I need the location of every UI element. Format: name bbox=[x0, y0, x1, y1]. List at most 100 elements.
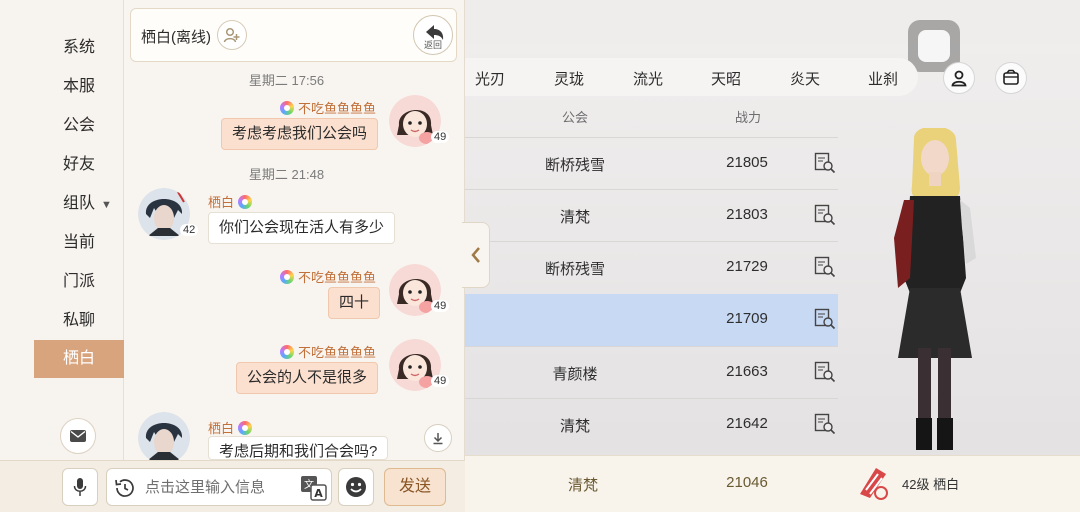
sidebar-item-label: 门派 bbox=[63, 273, 96, 290]
sidebar-item-label: 好友 bbox=[63, 156, 96, 173]
tab-liuguang[interactable]: 流光 bbox=[618, 68, 678, 89]
sidebar-item-label: 私聊 bbox=[63, 312, 96, 329]
sidebar-item-server[interactable]: 本服 bbox=[34, 68, 124, 106]
back-label: 返回 bbox=[423, 40, 442, 50]
back-button[interactable]: 返回 bbox=[413, 15, 453, 55]
mail-button[interactable] bbox=[60, 418, 96, 454]
history-icon[interactable] bbox=[113, 476, 137, 500]
table-row[interactable]: 断桥残雪 21805 bbox=[440, 137, 838, 189]
translate-icon[interactable]: 文 A bbox=[299, 473, 329, 503]
microphone-icon bbox=[73, 478, 87, 496]
power-cell: 21709 bbox=[726, 310, 768, 327]
sender-name: 不吃鱼鱼鱼鱼 bbox=[270, 342, 376, 361]
profile-button[interactable] bbox=[943, 62, 975, 94]
sender-name: 不吃鱼鱼鱼鱼 bbox=[270, 98, 376, 117]
tab-yantian[interactable]: 炎天 bbox=[775, 68, 835, 89]
inspect-icon[interactable] bbox=[814, 204, 836, 226]
power-cell: 21729 bbox=[726, 258, 768, 275]
add-friend-button[interactable] bbox=[217, 20, 247, 50]
inspect-icon[interactable] bbox=[814, 152, 836, 174]
level-badge: 42 bbox=[180, 224, 199, 236]
tab-tianzhao[interactable]: 天昭 bbox=[696, 68, 756, 89]
avatar-qibai[interactable] bbox=[138, 412, 190, 464]
message-bubble: 考虑后期和我们合会吗? bbox=[208, 436, 389, 460]
sidebar-item-qibai[interactable]: 栖白 bbox=[34, 340, 124, 378]
table-row[interactable]: 清梵 21803 bbox=[440, 189, 838, 241]
tab-yesha[interactable]: 业刹 bbox=[853, 68, 913, 89]
level-badge: 49 bbox=[431, 300, 450, 312]
sender-name: 栖白 bbox=[208, 418, 252, 437]
send-button[interactable]: 发送 bbox=[384, 468, 446, 506]
table-row[interactable]: 断桥残雪 21729 bbox=[440, 241, 838, 293]
qq-icon bbox=[237, 195, 252, 209]
character-model bbox=[894, 128, 976, 450]
add-friend-icon bbox=[223, 27, 240, 43]
chevron-down-icon: ▼ bbox=[101, 199, 112, 211]
guild-column-header: 公会 bbox=[562, 110, 589, 125]
guild-cell: 青颜楼 bbox=[552, 366, 598, 383]
sidebar-item-sect[interactable]: 门派 bbox=[34, 263, 124, 301]
sender-name: 栖白 bbox=[208, 192, 252, 211]
wardrobe-icon bbox=[1003, 69, 1019, 85]
message-bubble: 考虑考虑我们公会吗 bbox=[221, 118, 379, 150]
smiley-icon bbox=[346, 477, 366, 497]
wardrobe-button[interactable] bbox=[995, 62, 1027, 94]
inspect-icon[interactable] bbox=[814, 361, 836, 383]
table-row[interactable]: 清梵 21642 bbox=[440, 398, 838, 450]
sidebar-item-system[interactable]: 系统 bbox=[34, 29, 124, 67]
chevron-left-icon bbox=[470, 247, 480, 263]
guild-cell: 断桥残雪 bbox=[544, 261, 605, 278]
self-power: 21046 bbox=[726, 474, 768, 491]
voice-button[interactable] bbox=[62, 468, 98, 506]
chat-title: 栖白(离线) bbox=[141, 29, 211, 46]
inspect-icon[interactable] bbox=[814, 256, 836, 278]
tab-linglong[interactable]: 灵珑 bbox=[539, 68, 599, 89]
sender-name: 不吃鱼鱼鱼鱼 bbox=[270, 267, 376, 286]
class-emblem-icon bbox=[860, 468, 888, 500]
power-cell: 21663 bbox=[726, 363, 768, 380]
collapse-chat-button[interactable] bbox=[462, 222, 490, 288]
qq-icon bbox=[280, 270, 295, 284]
level-badge: 49 bbox=[431, 375, 450, 387]
message-input-wrapper: 文 A bbox=[106, 468, 332, 506]
power-column-header: 战力 bbox=[735, 110, 762, 125]
person-icon bbox=[951, 70, 967, 87]
sidebar-item-label: 当前 bbox=[63, 234, 96, 251]
sidebar-item-label: 组队 bbox=[63, 195, 96, 212]
timestamp: 星期二 21:48 bbox=[248, 167, 325, 182]
sidebar-item-guild[interactable]: 公会 bbox=[34, 107, 124, 145]
inspect-icon[interactable] bbox=[814, 413, 836, 435]
self-rank-bar: 清梵 21046 42级 栖白 bbox=[440, 455, 1080, 512]
emoji-button[interactable] bbox=[338, 468, 374, 506]
qq-icon bbox=[280, 101, 295, 115]
sidebar-item-team[interactable]: 组队 ▼ bbox=[34, 185, 124, 223]
guild-cell: 断桥残雪 bbox=[544, 157, 605, 174]
tab-guangren[interactable]: 光刃 bbox=[460, 68, 520, 89]
sidebar-item-friends[interactable]: 好友 bbox=[34, 146, 124, 184]
qq-icon bbox=[237, 421, 252, 435]
self-level-name: 42级 栖白 bbox=[902, 477, 960, 492]
download-arrow-icon bbox=[433, 433, 443, 445]
qq-icon bbox=[280, 345, 295, 359]
table-row-selected[interactable]: 21709 bbox=[440, 294, 838, 346]
message-bubble: 你们公会现在活人有多少 bbox=[208, 212, 396, 244]
message-bubble: 四十 bbox=[328, 287, 381, 319]
sidebar-item-label: 公会 bbox=[63, 117, 96, 134]
class-tabs: 光刃 灵珑 流光 天昭 炎天 业刹 bbox=[440, 58, 918, 96]
chat-input-bar: 文 A 发送 bbox=[0, 460, 465, 512]
table-row[interactable]: 青颜楼 21663 bbox=[440, 346, 838, 398]
guild-cell: 清梵 bbox=[559, 418, 590, 435]
chat-header: 栖白(离线) 返回 bbox=[130, 8, 457, 62]
guild-cell: 清梵 bbox=[559, 209, 590, 226]
sidebar-item-nearby[interactable]: 当前 bbox=[34, 224, 124, 262]
chat-channel-sidebar: 系统 本服 公会 好友 组队 ▼ 当前 门派 私聊 栖白 bbox=[0, 0, 124, 512]
sidebar-item-private[interactable]: 私聊 bbox=[34, 302, 124, 340]
message-input[interactable] bbox=[145, 469, 295, 505]
svg-text:A: A bbox=[314, 487, 323, 500]
timestamp: 星期二 17:56 bbox=[248, 73, 325, 88]
chat-panel: 栖白(离线) 返回 星期二 17:56 不吃鱼鱼鱼鱼 考虑考虑我们公会吗 49 … bbox=[124, 0, 465, 512]
scroll-to-latest-button[interactable] bbox=[424, 424, 452, 452]
sidebar-item-label: 系统 bbox=[63, 39, 96, 56]
sidebar-item-label: 栖白 bbox=[63, 350, 96, 367]
inspect-icon[interactable] bbox=[814, 308, 836, 330]
